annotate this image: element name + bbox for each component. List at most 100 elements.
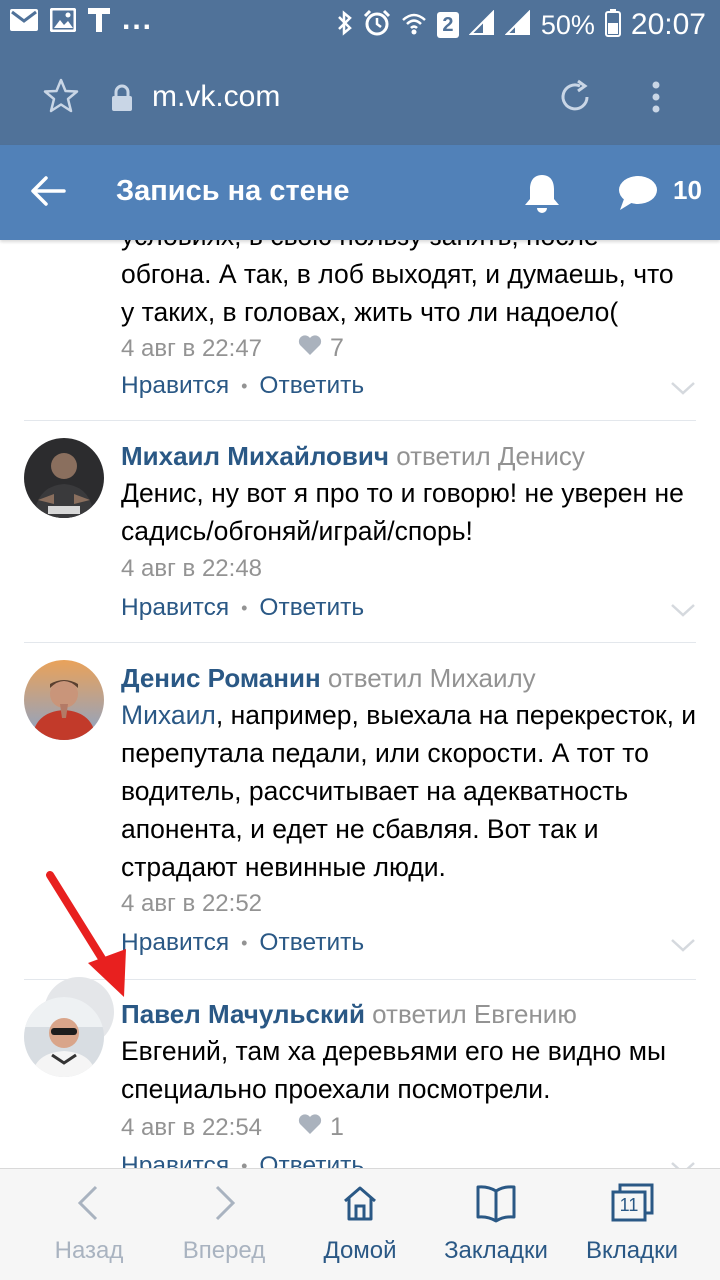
annotation-arrow [46,871,126,997]
bluetooth-icon [337,9,353,41]
nav-bookmarks-label: Закладки [444,1237,548,1264]
separator-dot: • [241,375,248,396]
alarm-icon [363,9,391,42]
battery-icon [604,8,621,42]
author-name-link[interactable]: Павел Мачульский [121,999,365,1029]
browser-toolbar: m.vk.com [0,50,720,145]
comment-text-line: обгона. А так, в лоб выходят, и думаешь,… [121,259,674,289]
comment-text-line: условиях, в свою пользу занять, после [121,240,701,255]
comment-date: 4 авг в 22:48 [121,555,263,582]
chevron-down-icon[interactable] [670,937,696,958]
nav-forward[interactable]: Вперед [170,1169,278,1280]
bookmark-star-icon[interactable] [42,78,80,119]
comment-meta: 4 авг в 22:54 1 [121,1113,344,1142]
nav-bookmarks[interactable]: Закладки [436,1169,556,1280]
tabs-count: 11 [619,1195,639,1215]
overflow-menu-icon[interactable] [650,80,662,119]
clock: 20:07 [630,8,706,41]
chevron-down-icon[interactable] [670,602,696,623]
comment-header: Денис Романин ответил Михаилу [121,663,536,694]
tabs-icon: 11 [610,1183,654,1223]
nav-tabs-label: Вкладки [585,1237,679,1264]
nav-back[interactable]: Назад [30,1169,148,1280]
chevron-down-icon[interactable] [670,380,696,401]
battery-percent: 50% [540,9,595,40]
like-button[interactable]: Нравится [121,594,229,622]
reply-button[interactable]: Ответить [259,1152,364,1168]
reply-button[interactable]: Ответить [259,372,364,400]
app-header: Запись на стене 10 [0,145,720,240]
like-button[interactable]: Нравится [121,1152,229,1168]
home-icon [340,1183,380,1228]
replied-to[interactable]: ответил Евгению [372,999,577,1029]
chevron-down-icon[interactable] [670,1160,696,1168]
notifications-bell-icon[interactable] [522,171,562,220]
book-icon [475,1183,517,1228]
chevron-right-icon [209,1183,239,1228]
replied-to[interactable]: ответил Денису [396,441,585,471]
mention-link[interactable]: Михаил [121,700,216,730]
like-button[interactable]: Нравится [121,372,229,400]
comment-actions: Нравится • Ответить [121,372,364,400]
comment-header: Павел Мачульский ответил Евгению [121,999,577,1030]
separator-dot: • [241,1155,248,1169]
comments-list: условиях, в свою пользу занять, после об… [0,240,720,1168]
avatar[interactable] [24,997,104,1077]
comment-meta: 4 авг в 22:47 7 [121,334,344,363]
author-name-link[interactable]: Михаил Михайлович [121,441,389,471]
signal-icon-2 [504,9,531,41]
comment-actions: Нравится • Ответить [121,1152,364,1168]
avatar[interactable] [24,438,104,518]
wifi-icon [401,11,427,40]
replied-to[interactable]: ответил Михаилу [328,663,536,693]
avatar[interactable] [24,660,104,740]
sim-slot-icon: 2 [436,12,459,38]
comment-header: Михаил Михайлович ответил Денису [121,441,585,472]
likes-indicator: 1 [298,1113,344,1142]
divider [24,420,696,421]
status-bar: ... 2 50% 20:07 [0,0,720,50]
reply-button[interactable]: Ответить [259,929,364,957]
messages-count: 10 [673,175,702,205]
comment-text: Михаил, например, выехала на перекресток… [121,696,701,886]
divider [24,642,696,643]
comment-actions: Нравится • Ответить [121,929,364,957]
heart-icon [298,1113,322,1142]
image-icon [49,7,77,37]
comment-text: Евгений, там ха деревьями его не видно м… [121,1036,667,1104]
address-bar-url[interactable]: m.vk.com [152,80,280,114]
text-t-icon [88,8,110,37]
likes-count: 7 [330,334,344,362]
likes-indicator: 7 [298,334,344,363]
reply-button[interactable]: Ответить [259,594,364,622]
reload-icon[interactable] [556,78,594,121]
chevron-left-icon [74,1183,104,1228]
comment-date: 4 авг в 22:47 [121,334,263,362]
comment-text-line: у таких, в головах, жить что ли надоело( [121,297,619,327]
browser-bottom-nav: Назад Вперед Домой Закладки 11 Вкладки [0,1168,720,1280]
comment-text: условиях, в свою пользу занять, после об… [121,240,701,331]
nav-home-label: Домой [323,1237,397,1264]
likes-count: 1 [330,1113,344,1141]
mail-icon [10,9,38,36]
comment-text: Денис, ну вот я про то и говорю! не увер… [121,478,684,546]
nav-tabs[interactable]: 11 Вкладки [574,1169,690,1280]
more-notifications-indicator: ... [122,2,154,36]
heart-icon [298,334,322,363]
lock-icon [110,84,134,117]
nav-back-label: Назад [54,1237,124,1264]
nav-forward-label: Вперед [182,1237,266,1264]
messages-icon[interactable] [616,173,660,218]
comment-date: 4 авг в 22:54 [121,1113,263,1141]
signal-icon [468,9,495,41]
separator-dot: • [241,932,248,953]
comment-date: 4 авг в 22:52 [121,890,263,917]
page-title: Запись на стене [116,175,350,207]
comment-actions: Нравится • Ответить [121,594,364,622]
comment-meta: 4 авг в 22:52 [121,890,262,918]
back-arrow-icon[interactable] [30,175,66,212]
author-name-link[interactable]: Денис Романин [121,663,321,693]
separator-dot: • [241,597,248,618]
nav-home[interactable]: Домой [304,1169,416,1280]
comment-meta: 4 авг в 22:48 [121,555,262,583]
